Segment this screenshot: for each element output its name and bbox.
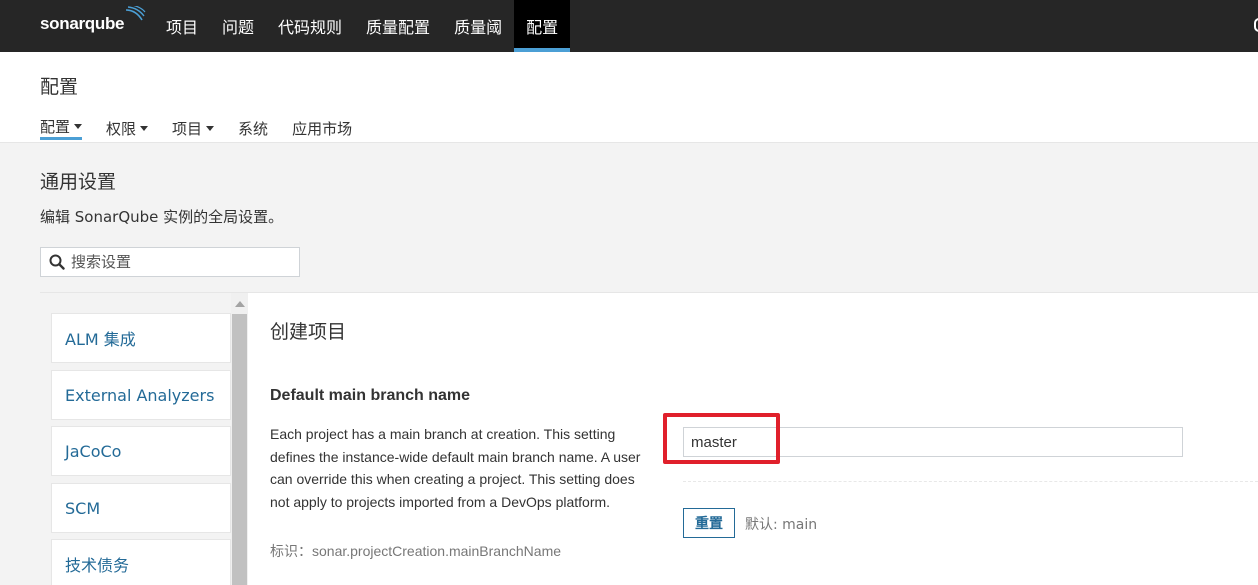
nav-issues[interactable]: 问题 <box>210 0 266 52</box>
setting-separator <box>683 481 1258 482</box>
subnav-configuration[interactable]: 配置 <box>40 116 83 140</box>
page-header: 配置 配置 权限 项目 系统 应用市场 <box>0 52 1258 143</box>
subnav-label: 权限 <box>106 119 137 138</box>
nav-projects[interactable]: 项目 <box>154 0 210 52</box>
nav-administration[interactable]: 配置 <box>514 0 571 52</box>
main-branch-name-input[interactable] <box>683 427 1183 457</box>
sidebar-scrollbar[interactable] <box>231 293 248 585</box>
subnav-label: 系统 <box>238 119 269 138</box>
page-title: 配置 <box>40 76 79 98</box>
settings-panel: 创建项目 Default main branch name Each proje… <box>248 293 1258 585</box>
admin-subnav: 配置 权限 项目 系统 应用市场 <box>40 116 376 140</box>
scroll-up-icon[interactable] <box>235 301 245 307</box>
scrollbar-thumb[interactable] <box>232 314 247 585</box>
nav-quality-gates[interactable]: 质量阈 <box>442 0 514 52</box>
caret-down-icon <box>140 125 149 131</box>
category-technical-debt[interactable]: 技术债务 <box>51 539 231 585</box>
sonarqube-logo[interactable]: sonarqube <box>40 6 146 38</box>
logo-waves-icon <box>125 6 146 21</box>
subnav-marketplace[interactable]: 应用市场 <box>292 116 352 140</box>
subnav-label: 项目 <box>172 119 203 138</box>
search-input[interactable] <box>71 253 281 271</box>
help-icon[interactable] <box>1254 18 1258 32</box>
category-external-analyzers[interactable]: External Analyzers <box>51 370 231 420</box>
category-jacoco[interactable]: JaCoCo <box>51 426 231 476</box>
main-nav: 项目 问题 代码规则 质量配置 质量阈 配置 <box>154 0 571 52</box>
subnav-system[interactable]: 系统 <box>238 116 268 140</box>
settings-search[interactable] <box>40 247 300 277</box>
setting-description: Each project has a main branch at creati… <box>270 426 641 510</box>
nav-rules[interactable]: 代码规则 <box>266 0 354 52</box>
setting-key: 标识：sonar.projectCreation.mainBranchName <box>270 543 562 559</box>
section-description: 编辑 SonarQube 实例的全局设置。 <box>40 208 284 226</box>
reset-button[interactable]: 重置 <box>683 508 735 538</box>
subnav-projects[interactable]: 项目 <box>172 116 215 140</box>
logo-text: sonarqube <box>40 14 125 33</box>
subnav-label: 应用市场 <box>292 119 353 138</box>
caret-down-icon <box>74 124 83 129</box>
default-value-text: 默认: main <box>745 517 818 533</box>
category-alm-integration[interactable]: ALM 集成 <box>51 313 231 363</box>
subnav-security[interactable]: 权限 <box>106 116 149 140</box>
nav-quality-profiles[interactable]: 质量配置 <box>354 0 442 52</box>
top-navbar: sonarqube 项目 问题 代码规则 质量配置 质量阈 配置 <box>0 0 1258 52</box>
setting-name: Default main branch name <box>270 387 471 404</box>
search-icon <box>49 254 65 270</box>
category-sidebar: ALM 集成 External Analyzers JaCoCo SCM 技术债… <box>40 293 248 585</box>
subnav-label: 配置 <box>40 118 71 136</box>
category-scm[interactable]: SCM <box>51 483 231 533</box>
category-heading: 创建项目 <box>270 321 347 343</box>
caret-down-icon <box>206 125 215 131</box>
section-title: 通用设置 <box>40 171 117 193</box>
